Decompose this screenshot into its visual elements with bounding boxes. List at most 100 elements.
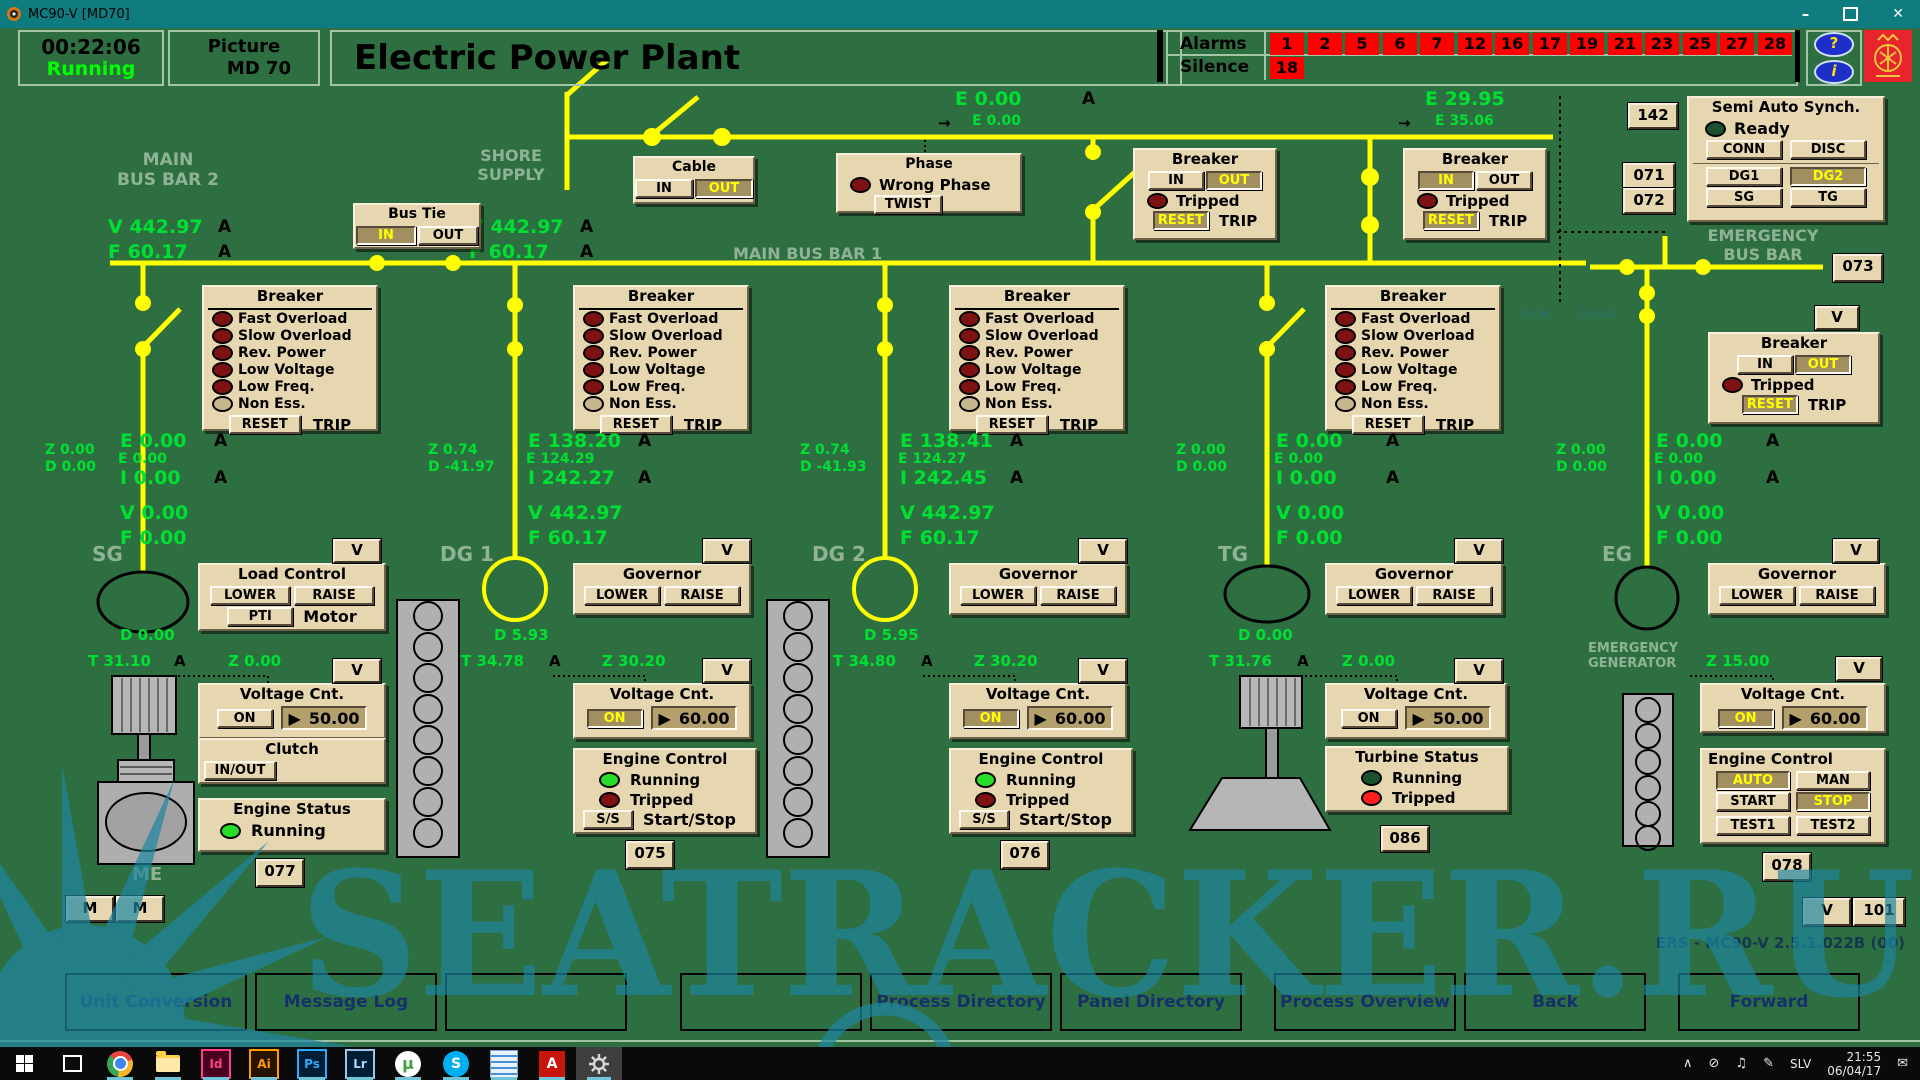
nav-unit-conversion-button[interactable]: Unit Conversion <box>65 973 247 1031</box>
bus2-frequency-unit[interactable]: A <box>218 242 231 262</box>
tag-101[interactable]: 101 <box>1853 898 1905 926</box>
alarm-tag[interactable]: 2 <box>1308 33 1342 55</box>
sg-e-unit[interactable]: A <box>214 431 227 451</box>
taskbar-chrome-icon[interactable] <box>96 1047 144 1080</box>
alarm-tag[interactable]: 7 <box>1420 33 1454 55</box>
taskbar-illustrator-icon[interactable]: Ai <box>240 1047 288 1080</box>
eg-i-unit[interactable]: A <box>1766 468 1779 488</box>
nav-message-log-button[interactable]: Message Log <box>255 973 437 1031</box>
governor-lower-button[interactable]: LOWER <box>584 586 660 605</box>
bus-tie-in-button[interactable]: IN <box>356 226 416 245</box>
close-button[interactable]: ✕ <box>1892 6 1904 22</box>
bus-tie-out-button[interactable]: OUT <box>418 226 478 245</box>
tag-086[interactable]: 086 <box>1381 826 1429 852</box>
breaker-out-button[interactable]: OUT <box>1206 171 1262 190</box>
test2-button[interactable]: TEST2 <box>1796 816 1870 835</box>
alarm-tag[interactable]: 28 <box>1758 33 1792 55</box>
stop-button[interactable]: STOP <box>1796 792 1870 811</box>
alarm-tag[interactable]: 17 <box>1533 33 1567 55</box>
governor-lower-button[interactable]: LOWER <box>1336 586 1412 605</box>
voltage-setpoint[interactable]: ▶60.00 <box>1027 706 1114 730</box>
test1-button[interactable]: TEST1 <box>1716 816 1790 835</box>
taskbar-indesign-icon[interactable]: Id <box>192 1047 240 1080</box>
dg2-i-unit[interactable]: A <box>1010 468 1023 488</box>
sg-t-unit[interactable]: A <box>174 652 186 670</box>
dg1-governor-v-button[interactable]: V <box>703 539 751 563</box>
tag-075[interactable]: 075 <box>626 841 674 869</box>
tg-i-unit[interactable]: A <box>1386 468 1399 488</box>
sas-tg-button[interactable]: TG <box>1790 188 1866 207</box>
breaker-trip-button[interactable]: TRIP <box>1489 212 1527 230</box>
governor-raise-button[interactable]: RAISE <box>1416 586 1492 605</box>
breaker-in-button[interactable]: IN <box>1148 171 1204 190</box>
start-stop-button[interactable]: S/S <box>959 810 1009 829</box>
start-stop-button[interactable]: S/S <box>583 810 633 829</box>
governor-raise-button[interactable]: RAISE <box>664 586 740 605</box>
sas-dg2-button[interactable]: DG2 <box>1790 167 1866 186</box>
tag-072[interactable]: 072 <box>1623 188 1675 214</box>
taskbar-photoshop-icon[interactable]: Ps <box>288 1047 336 1080</box>
breaker-trip-button[interactable]: TRIP <box>1219 212 1257 230</box>
bus1-frequency-unit[interactable]: A <box>580 242 593 262</box>
tg-voltage-v-button[interactable]: V <box>1455 659 1503 683</box>
voltage-on-button[interactable]: ON <box>1718 709 1774 728</box>
voltage-setpoint[interactable]: ▶50.00 <box>1405 706 1492 730</box>
alarm-tag[interactable]: 27 <box>1720 33 1754 55</box>
tag-077[interactable]: 077 <box>256 859 304 887</box>
voltage-on-button[interactable]: ON <box>1341 709 1397 728</box>
eg-governor-v-button[interactable]: V <box>1833 539 1879 563</box>
auto-button[interactable]: AUTO <box>1716 771 1790 790</box>
breaker-in-button[interactable]: IN <box>1418 171 1474 190</box>
dg2-t-unit[interactable]: A <box>921 652 933 670</box>
dg1-voltage-v-button[interactable]: V <box>703 659 751 683</box>
governor-lower-button[interactable]: LOWER <box>1719 586 1795 605</box>
sas-conn-button[interactable]: CONN <box>1706 140 1782 159</box>
info-button[interactable]: i <box>1814 60 1854 85</box>
taskbar-acrobat-icon[interactable]: A <box>528 1047 576 1080</box>
tag-142[interactable]: 142 <box>1628 103 1678 129</box>
start-button[interactable]: START <box>1716 792 1790 811</box>
cable-out-button[interactable]: OUT <box>695 179 753 198</box>
voltage-setpoint[interactable]: ▶50.00 <box>281 706 368 730</box>
sg-voltage-v-button[interactable]: V <box>333 659 381 683</box>
alarm-tag[interactable]: 16 <box>1495 33 1529 55</box>
breaker-trip-button[interactable]: TRIP <box>1060 416 1098 434</box>
tag-076[interactable]: 076 <box>1001 841 1049 869</box>
tg-e-unit[interactable]: A <box>1386 431 1399 451</box>
alarm-tag[interactable]: 5 <box>1345 33 1379 55</box>
sg-i-unit[interactable]: A <box>214 468 227 488</box>
breaker-reset-button[interactable]: RESET <box>1742 395 1798 414</box>
help-button[interactable]: ? <box>1814 32 1854 57</box>
minimize-button[interactable]: – <box>1802 5 1810 23</box>
alarm-tag[interactable]: 25 <box>1683 33 1717 55</box>
governor-lower-button[interactable]: LOWER <box>960 586 1036 605</box>
load-raise-button[interactable]: RAISE <box>294 586 374 605</box>
taskbar-lightroom-icon[interactable]: Lr <box>336 1047 384 1080</box>
eg-voltage-v-button[interactable]: V <box>1836 657 1882 681</box>
tray-mute-icon[interactable]: ⊘ <box>1709 1056 1720 1071</box>
taskbar-explorer-icon[interactable] <box>144 1047 192 1080</box>
maximize-icon[interactable] <box>1843 7 1858 21</box>
alarm-tag[interactable]: 12 <box>1458 33 1492 55</box>
sg-governor-v-button[interactable]: V <box>333 539 381 563</box>
tray-show-hidden-icon[interactable]: ∧ <box>1683 1056 1693 1071</box>
silence-tag[interactable]: 18 <box>1270 57 1304 79</box>
nav-panel-directory-button[interactable]: Panel Directory <box>1060 973 1242 1031</box>
taskbar-utorrent-icon[interactable]: µ <box>384 1047 432 1080</box>
dg1-e-unit[interactable]: A <box>638 431 651 451</box>
dg2-voltage-v-button[interactable]: V <box>1079 659 1127 683</box>
breaker-trip-button[interactable]: TRIP <box>684 416 722 434</box>
pti-button[interactable]: PTI <box>227 607 293 626</box>
sas-disc-button[interactable]: DISC <box>1790 140 1866 159</box>
me-m-button-2[interactable]: M <box>116 896 164 922</box>
man-button[interactable]: MAN <box>1796 771 1870 790</box>
voltage-setpoint[interactable]: ▶60.00 <box>1782 706 1869 730</box>
task-view-button[interactable] <box>48 1047 96 1080</box>
nav-process-directory-button[interactable]: Process Directory <box>870 973 1052 1031</box>
bus1-voltage-unit[interactable]: A <box>580 217 593 237</box>
load-lower-button[interactable]: LOWER <box>210 586 290 605</box>
taskbar-document-icon[interactable] <box>480 1047 528 1080</box>
eg-e-unit[interactable]: A <box>1766 431 1779 451</box>
nav-process-overview-button[interactable]: Process Overview <box>1274 973 1456 1031</box>
dg2-e-unit[interactable]: A <box>1010 431 1023 451</box>
